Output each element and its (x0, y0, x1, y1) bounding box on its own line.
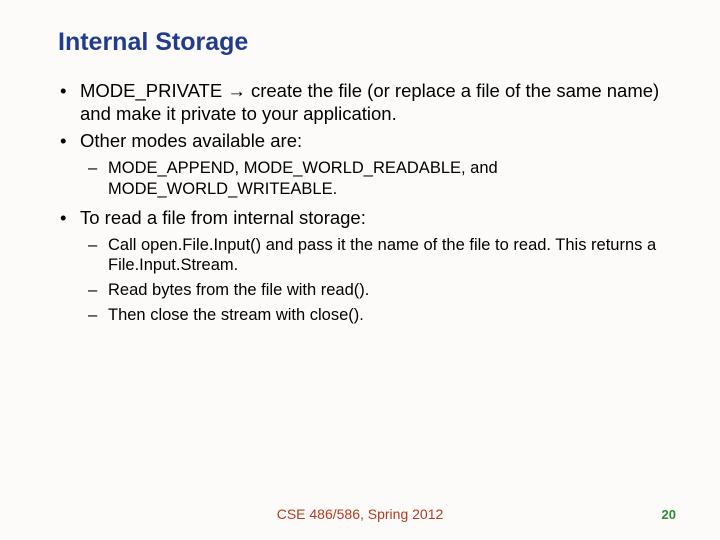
sub-bullet-item: Read bytes from the file with read(). (86, 280, 670, 301)
footer-course: CSE 486/586, Spring 2012 (0, 506, 720, 522)
sub-bullet-item: Then close the stream with close(). (86, 305, 670, 326)
sub-bullet-item: Call open.File.Input() and pass it the n… (86, 235, 670, 276)
bullet-list: MODE_PRIVATE → create the file (or repla… (58, 79, 670, 325)
bullet-item: MODE_PRIVATE → create the file (or repla… (58, 79, 670, 125)
slide-title: Internal Storage (58, 28, 670, 57)
bullet-text: To read a file from internal storage: (80, 207, 366, 228)
sub-bullet-list: MODE_APPEND, MODE_WORLD_READABLE, and MO… (80, 158, 670, 199)
bullet-item: Other modes available are: MODE_APPEND, … (58, 129, 670, 199)
sub-bullet-item: MODE_APPEND, MODE_WORLD_READABLE, and MO… (86, 158, 670, 199)
sub-bullet-list: Call open.File.Input() and pass it the n… (80, 235, 670, 326)
page-number: 20 (662, 507, 676, 522)
bullet-item: To read a file from internal storage: Ca… (58, 206, 670, 326)
bullet-text: Other modes available are: (80, 130, 302, 151)
